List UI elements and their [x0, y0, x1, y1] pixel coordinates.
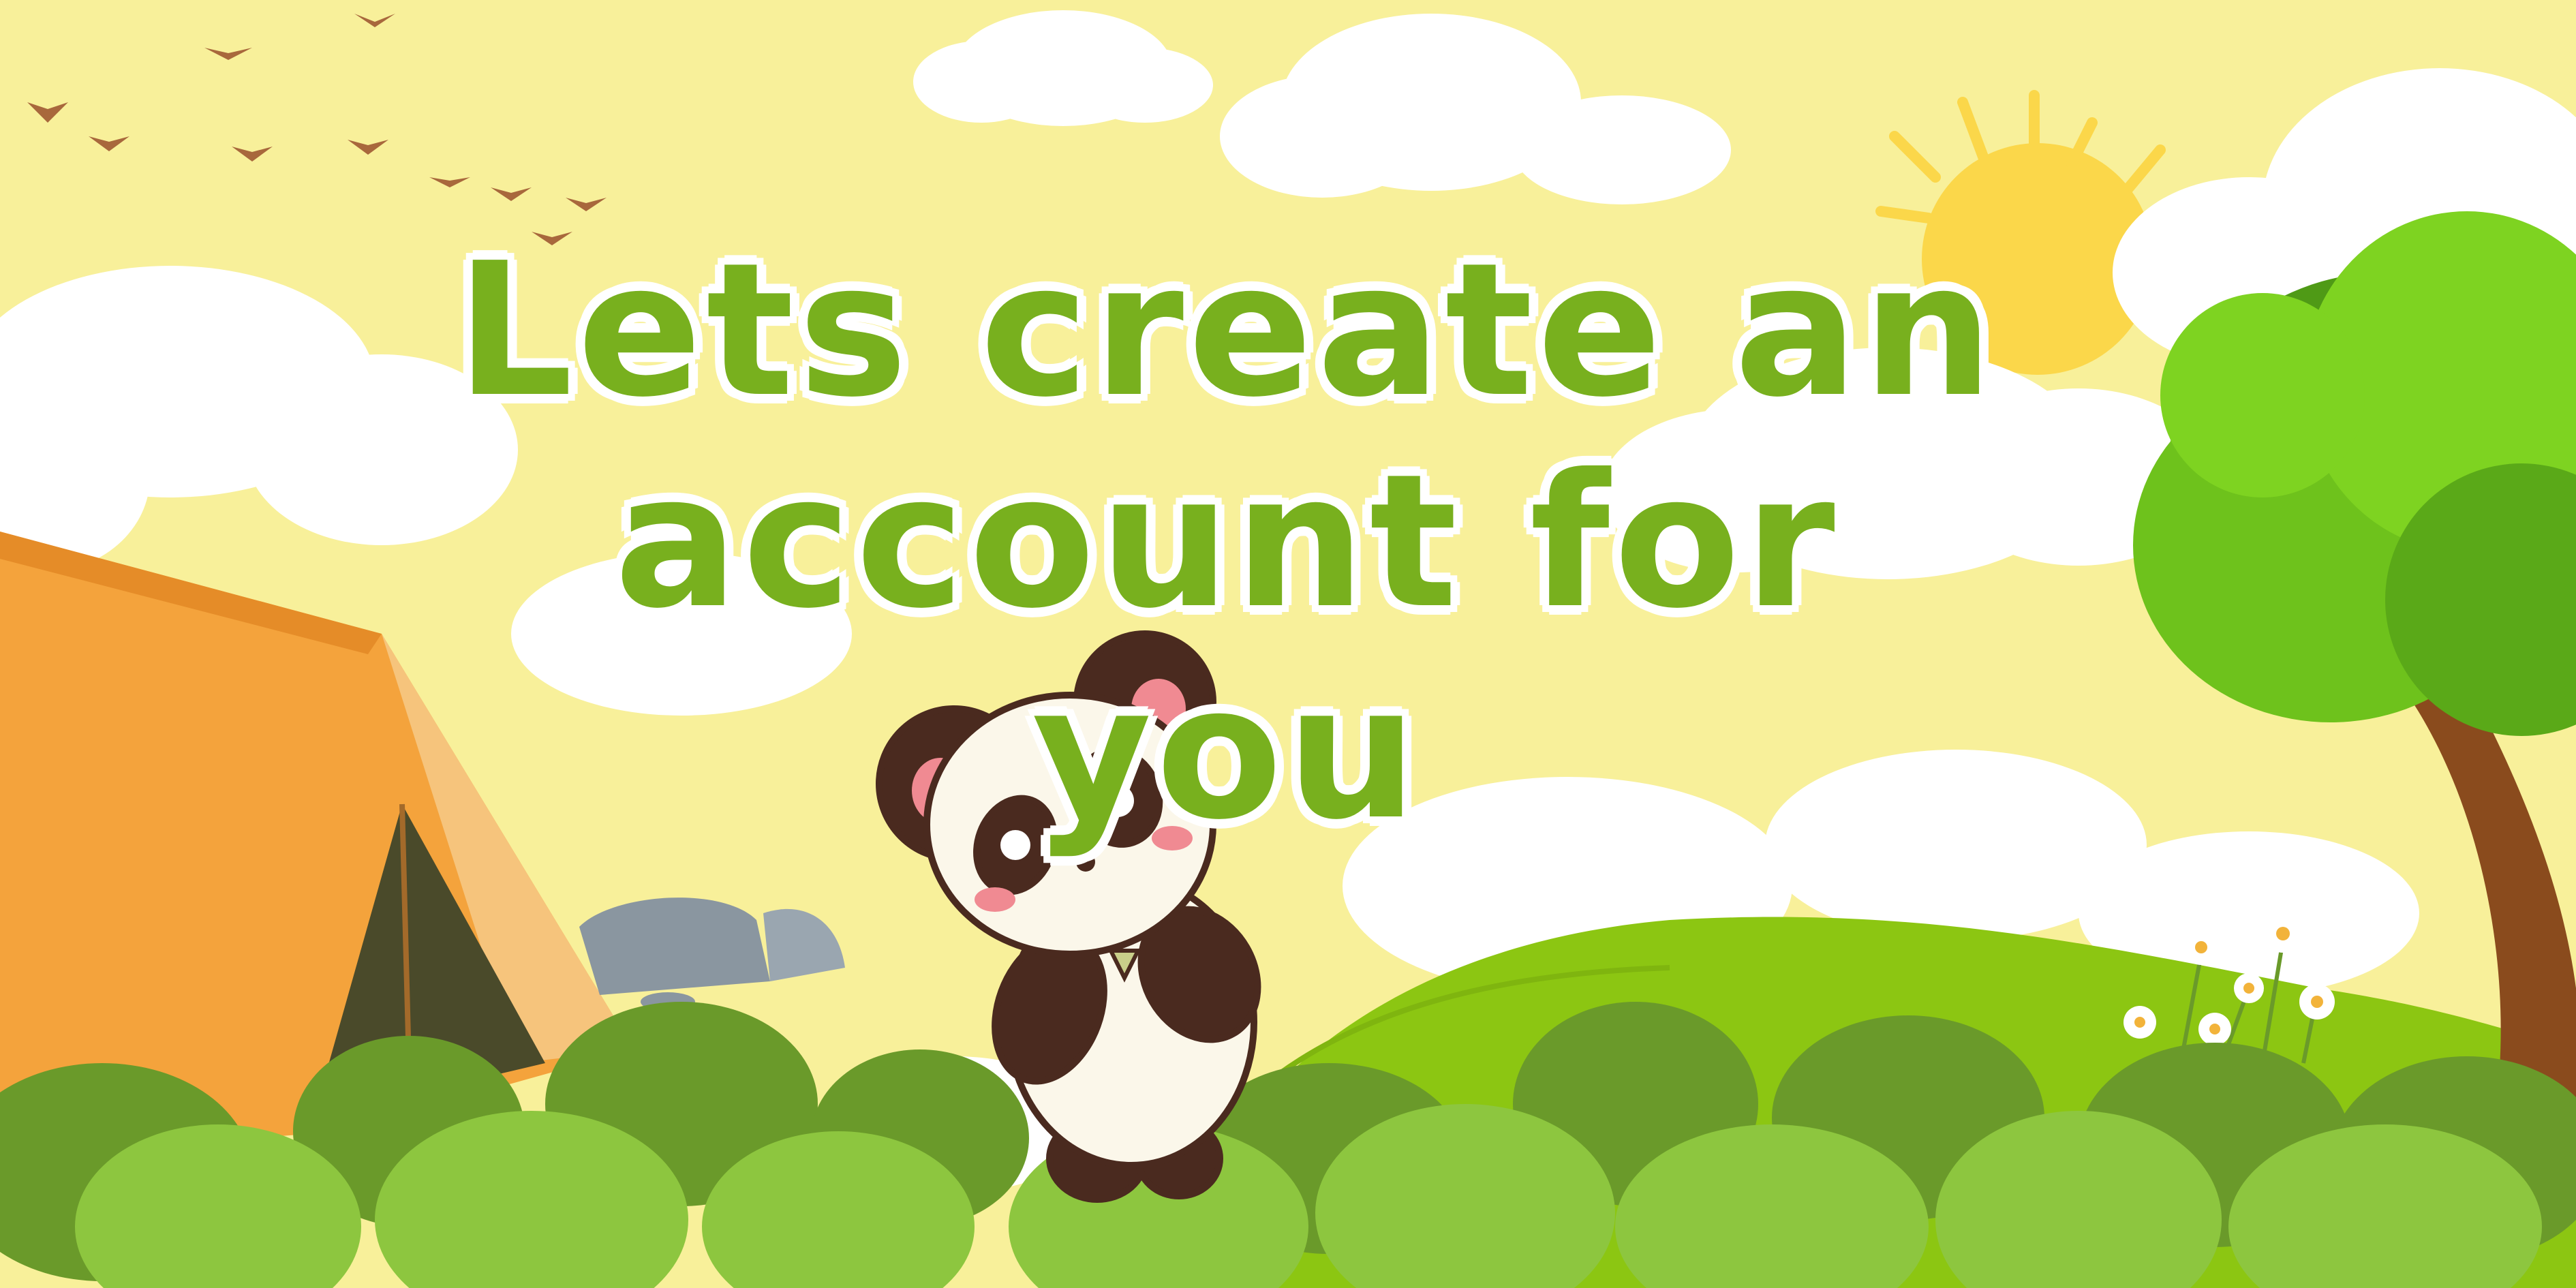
headline-line-1: Lets create an: [455, 223, 1998, 438]
headline-line-2: account for you: [614, 434, 1839, 860]
page-title: Lets create an account for you: [443, 225, 2010, 859]
banner-scene: Lets create an account for you: [0, 0, 2576, 1288]
